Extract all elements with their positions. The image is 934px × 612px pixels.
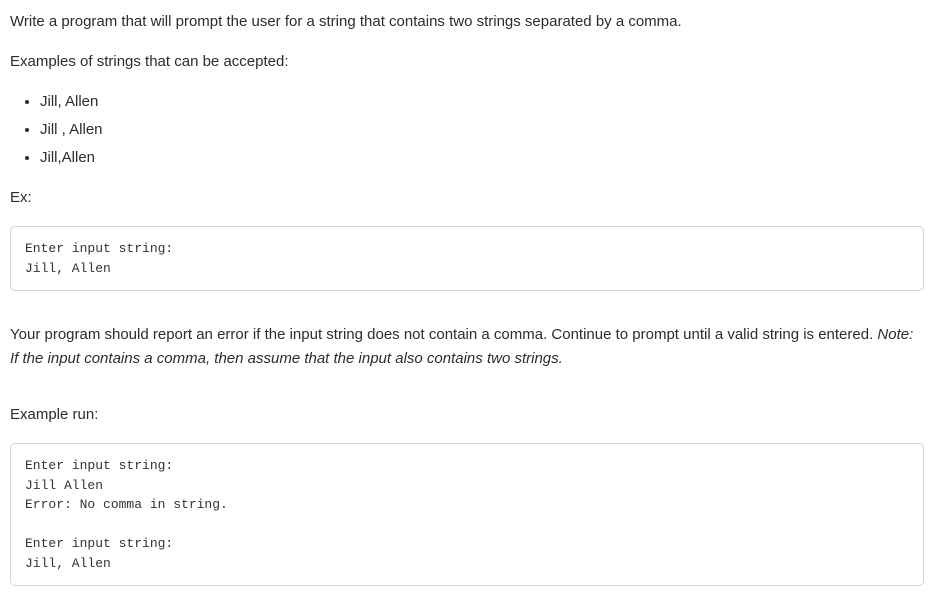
- error-text: Your program should report an error if t…: [10, 326, 877, 343]
- error-paragraph: Your program should report an error if t…: [10, 323, 924, 371]
- code-block-2: Enter input string: Jill Allen Error: No…: [10, 443, 924, 586]
- list-item: Jill,Allen: [40, 146, 924, 170]
- example-list: Jill, Allen Jill , Allen Jill,Allen: [10, 90, 924, 170]
- list-item: Jill, Allen: [40, 90, 924, 114]
- example-run-label: Example run:: [10, 403, 924, 427]
- examples-intro: Examples of strings that can be accepted…: [10, 50, 924, 74]
- list-item: Jill , Allen: [40, 118, 924, 142]
- code-block-1: Enter input string: Jill, Allen: [10, 226, 924, 291]
- intro-paragraph: Write a program that will prompt the use…: [10, 10, 924, 34]
- ex-label: Ex:: [10, 186, 924, 210]
